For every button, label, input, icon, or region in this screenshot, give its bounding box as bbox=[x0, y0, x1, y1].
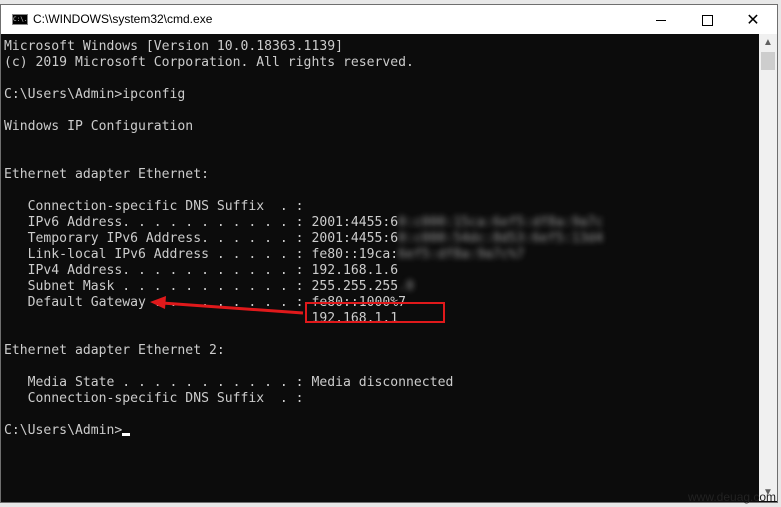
console-line: Subnet Mask . . . . . . . . . . . : 255.… bbox=[4, 279, 414, 295]
maximize-button[interactable] bbox=[684, 5, 730, 35]
console-line: Ethernet adapter Ethernet 2: bbox=[4, 343, 225, 359]
redacted-value: 0:c000:15ca:6ef5:df8a:9a7c bbox=[398, 215, 604, 230]
gateway-highlight-box bbox=[305, 302, 445, 323]
text-cursor bbox=[122, 433, 131, 436]
title-bar[interactable]: C:\. C:\WINDOWS\system32\cmd.exe ✕ bbox=[1, 5, 777, 35]
console-line: Ethernet adapter Ethernet: bbox=[4, 167, 209, 183]
redacted-value: .0 bbox=[398, 279, 414, 294]
console-line: Windows IP Configuration bbox=[4, 119, 193, 135]
console-line: Link-local IPv6 Address . . . . . : fe80… bbox=[4, 247, 525, 263]
console-line-text: Subnet Mask . . . . . . . . . . . : 255.… bbox=[4, 279, 399, 294]
console-line-text: C:\Users\Admin>ipconfig bbox=[4, 87, 186, 102]
scroll-up-icon[interactable]: ▲ bbox=[759, 34, 777, 51]
window-title: C:\WINDOWS\system32\cmd.exe bbox=[33, 12, 213, 26]
console-line-text: Microsoft Windows [Version 10.0.18363.11… bbox=[4, 39, 343, 54]
console-line-text: (c) 2019 Microsoft Corporation. All righ… bbox=[4, 55, 414, 70]
console-line-text: Connection-specific DNS Suffix . : bbox=[4, 391, 304, 406]
console-line-text: Ethernet adapter Ethernet: bbox=[4, 167, 209, 182]
vertical-scrollbar[interactable]: ▲ ▼ bbox=[759, 34, 777, 501]
minimize-icon bbox=[656, 19, 666, 21]
watermark: www.deuag.com bbox=[688, 490, 777, 504]
console-line: Temporary IPv6 Address. . . . . . : 2001… bbox=[4, 231, 603, 247]
scroll-thumb[interactable] bbox=[761, 52, 775, 70]
close-button[interactable]: ✕ bbox=[730, 5, 776, 35]
maximize-icon bbox=[701, 14, 713, 26]
console-line-text: IPv4 Address. . . . . . . . . . . : 192.… bbox=[4, 263, 399, 278]
console-line-text: Ethernet adapter Ethernet 2: bbox=[4, 343, 225, 358]
console-line: (c) 2019 Microsoft Corporation. All righ… bbox=[4, 55, 414, 71]
console-line-text: Media State . . . . . . . . . . . : Medi… bbox=[4, 375, 454, 390]
console-line: Connection-specific DNS Suffix . : bbox=[4, 391, 304, 407]
minimize-button[interactable] bbox=[638, 5, 684, 35]
cmd-icon: C:\. bbox=[12, 14, 28, 25]
redacted-value: 6ef5:df8a:9a7c%7 bbox=[398, 247, 525, 262]
redacted-value: 0:c000:54dc:8d53:6ef5:13d4 bbox=[398, 231, 604, 246]
console-line-text: Connection-specific DNS Suffix . : bbox=[4, 199, 304, 214]
console-line-text: C:\Users\Admin> bbox=[4, 423, 123, 438]
console-line: IPv6 Address. . . . . . . . . . . : 2001… bbox=[4, 215, 603, 231]
console-line: Connection-specific DNS Suffix . : bbox=[4, 199, 304, 215]
console-line-text: Windows IP Configuration bbox=[4, 119, 194, 134]
console-line: IPv4 Address. . . . . . . . . . . : 192.… bbox=[4, 263, 399, 279]
console-line: C:\Users\Admin> bbox=[4, 423, 131, 439]
console-line-text: Temporary IPv6 Address. . . . . . : 2001… bbox=[4, 231, 399, 246]
console-line-text: IPv6 Address. . . . . . . . . . . : 2001… bbox=[4, 215, 399, 230]
console-output[interactable]: Microsoft Windows [Version 10.0.18363.11… bbox=[1, 34, 759, 501]
console-line: Microsoft Windows [Version 10.0.18363.11… bbox=[4, 39, 343, 55]
console-line-text: Link-local IPv6 Address . . . . . : fe80… bbox=[4, 247, 399, 262]
console-line: Media State . . . . . . . . . . . : Medi… bbox=[4, 375, 454, 391]
console-line: C:\Users\Admin>ipconfig bbox=[4, 87, 185, 103]
close-icon: ✕ bbox=[746, 12, 760, 29]
